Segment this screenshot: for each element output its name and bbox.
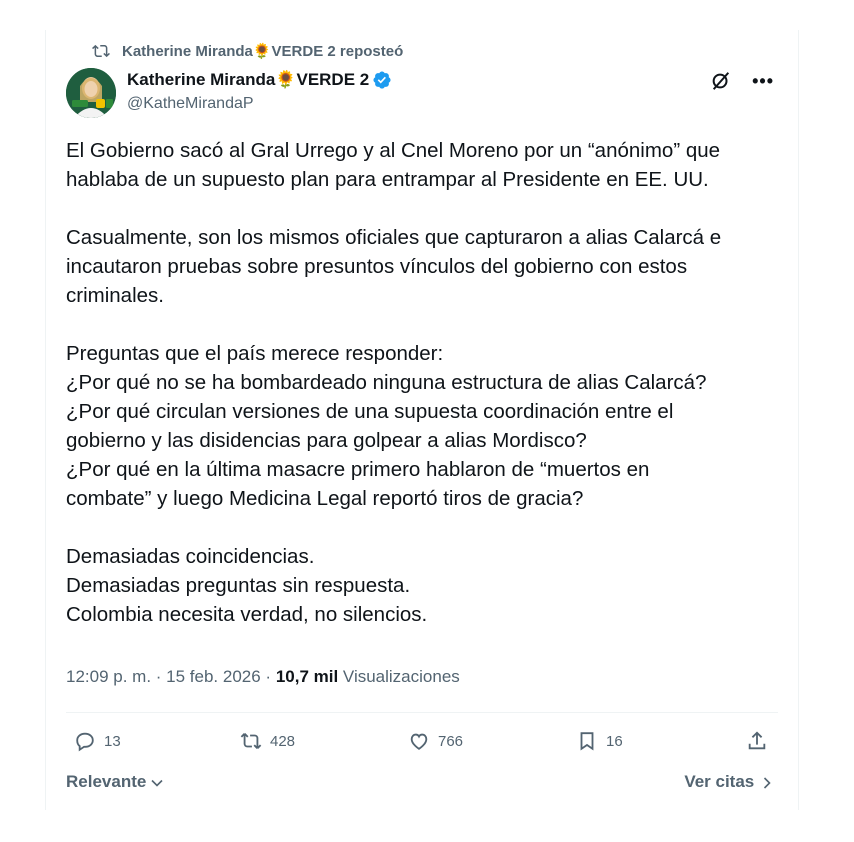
tweet-line: Colombia necesita verdad, no silencios.	[66, 603, 428, 626]
tweet-text: El Gobierno sacó al Gral Urrego y al Cne…	[66, 136, 786, 629]
retweet-icon	[240, 733, 262, 749]
separator: ·	[260, 667, 276, 686]
like-count: 766	[438, 732, 464, 750]
tweet-line: incautaron pruebas sobre presuntos víncu…	[66, 255, 688, 278]
avatar-image	[66, 68, 116, 118]
grok-icon[interactable]	[710, 70, 732, 92]
bookmark-icon	[580, 732, 594, 751]
tweet-meta: 12:09 p. m. · 15 feb. 2026 · 10,7 mil Vi…	[66, 667, 460, 687]
tweet-line: gobierno y las disidencias para golpear …	[66, 429, 587, 452]
tweet-line: ¿Por qué no se ha bombardeado ninguna es…	[66, 371, 707, 394]
bookmark-count: 16	[606, 732, 623, 750]
sort-dropdown[interactable]: Relevante	[66, 772, 163, 792]
top-actions: •••	[710, 70, 774, 92]
repost-icon	[92, 44, 110, 58]
action-bar: 13 428 766 16	[66, 730, 778, 760]
views-count: 10,7 mil	[275, 667, 339, 686]
quotes-label: Ver citas	[684, 772, 755, 791]
tweet-line: criminales.	[66, 284, 164, 307]
verified-icon	[373, 71, 391, 89]
bookmark-button[interactable]: 16	[576, 730, 623, 752]
reply-count: 13	[104, 732, 121, 750]
author-name[interactable]: Katherine Miranda🌻VERDE 2	[127, 70, 369, 90]
tweet-line: hablaba de un supuesto plan para entramp…	[66, 168, 709, 191]
divider	[66, 712, 778, 713]
share-icon	[748, 731, 766, 750]
more-icon[interactable]: •••	[752, 71, 774, 92]
reply-button[interactable]: 13	[74, 730, 121, 752]
tweet-line: combate” y luego Medicina Legal reportó …	[66, 487, 584, 510]
like-icon	[410, 733, 428, 750]
view-quotes-link[interactable]: Ver citas	[684, 772, 772, 792]
reply-icon	[76, 732, 94, 752]
retweet-button[interactable]: 428	[240, 730, 295, 752]
retweet-count: 428	[270, 732, 296, 750]
tweet-line: Casualmente, son los mismos oficiales qu…	[66, 226, 722, 249]
tweet-line: ¿Por qué circulan versiones de una supue…	[66, 400, 674, 423]
tweet-line: ¿Por qué en la última masacre primero ha…	[66, 458, 650, 481]
tweet-line: Preguntas que el país merece responder:	[66, 342, 444, 365]
like-button[interactable]: 766	[408, 730, 463, 752]
repost-indicator[interactable]: Katherine Miranda🌻VERDE 2 reposteó	[92, 42, 403, 60]
tweet-line: Demasiadas preguntas sin respuesta.	[66, 574, 411, 597]
chevron-right-icon	[763, 776, 771, 789]
repost-text: Katherine Miranda🌻VERDE 2 reposteó	[122, 43, 404, 60]
tweet-time[interactable]: 12:09 p. m.	[66, 667, 151, 686]
separator: ·	[151, 667, 167, 686]
author-name-row[interactable]: Katherine Miranda🌻VERDE 2	[127, 70, 392, 90]
chevron-down-icon	[151, 779, 163, 787]
views-label: Visualizaciones	[338, 667, 460, 686]
author-handle[interactable]: @KatheMirandaP	[127, 95, 254, 113]
tweet-date[interactable]: 15 feb. 2026	[166, 667, 261, 686]
share-button[interactable]	[746, 730, 776, 752]
avatar[interactable]	[66, 68, 116, 118]
tweet-line: El Gobierno sacó al Gral Urrego y al Cne…	[66, 139, 721, 162]
tweet-line: Demasiadas coincidencias.	[66, 545, 315, 568]
sort-label: Relevante	[66, 772, 147, 791]
